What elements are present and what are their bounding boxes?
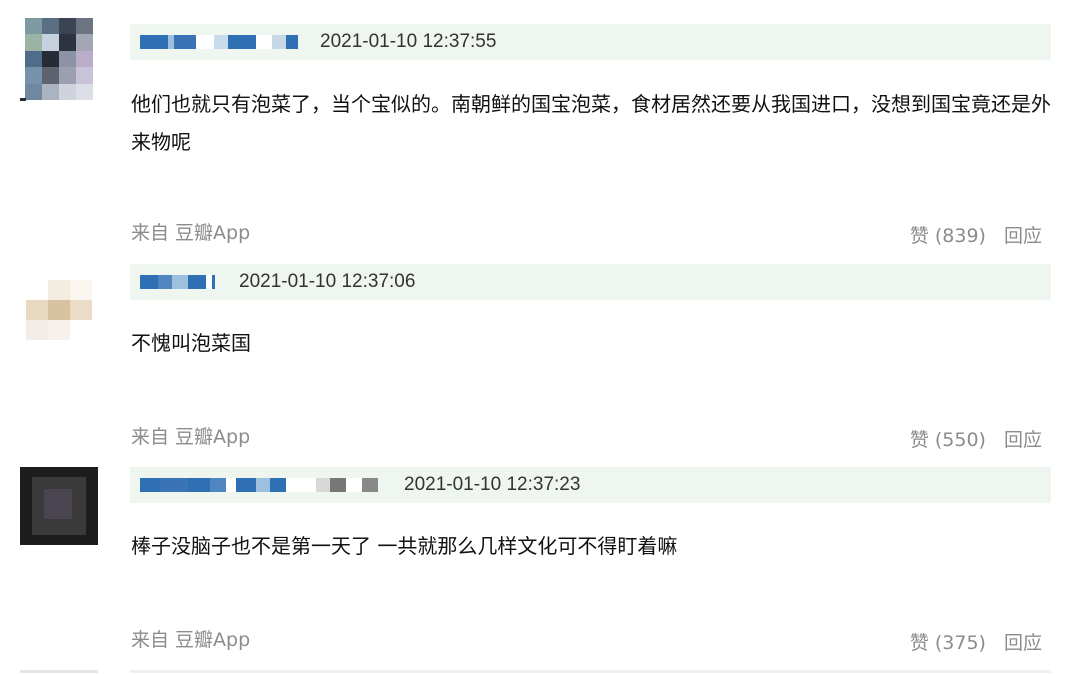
next-comment-divider (130, 670, 1051, 673)
comment-meta-bar: 2021-01-10 12:37:23 (130, 467, 1051, 503)
user-avatar[interactable] (20, 467, 98, 545)
comment-item: 2021-01-10 12:37:23 棒子没脑子也不是第一天了 一共就那么几样… (0, 0, 1080, 670)
comment-actions: 赞 (375) 回应 (910, 628, 1042, 655)
comment-source: 来自 豆瓣App (131, 629, 251, 651)
redacted-username[interactable] (130, 467, 378, 503)
comment-timestamp: 2021-01-10 12:37:23 (404, 474, 581, 495)
comment-text: 棒子没脑子也不是第一天了 一共就那么几样文化可不得盯着嘛 (131, 534, 678, 558)
avatar-inner-core (44, 489, 72, 519)
next-comment-divider (20, 670, 98, 673)
like-button[interactable]: 赞 (375) (910, 628, 986, 655)
reply-button[interactable]: 回应 (1004, 628, 1042, 655)
